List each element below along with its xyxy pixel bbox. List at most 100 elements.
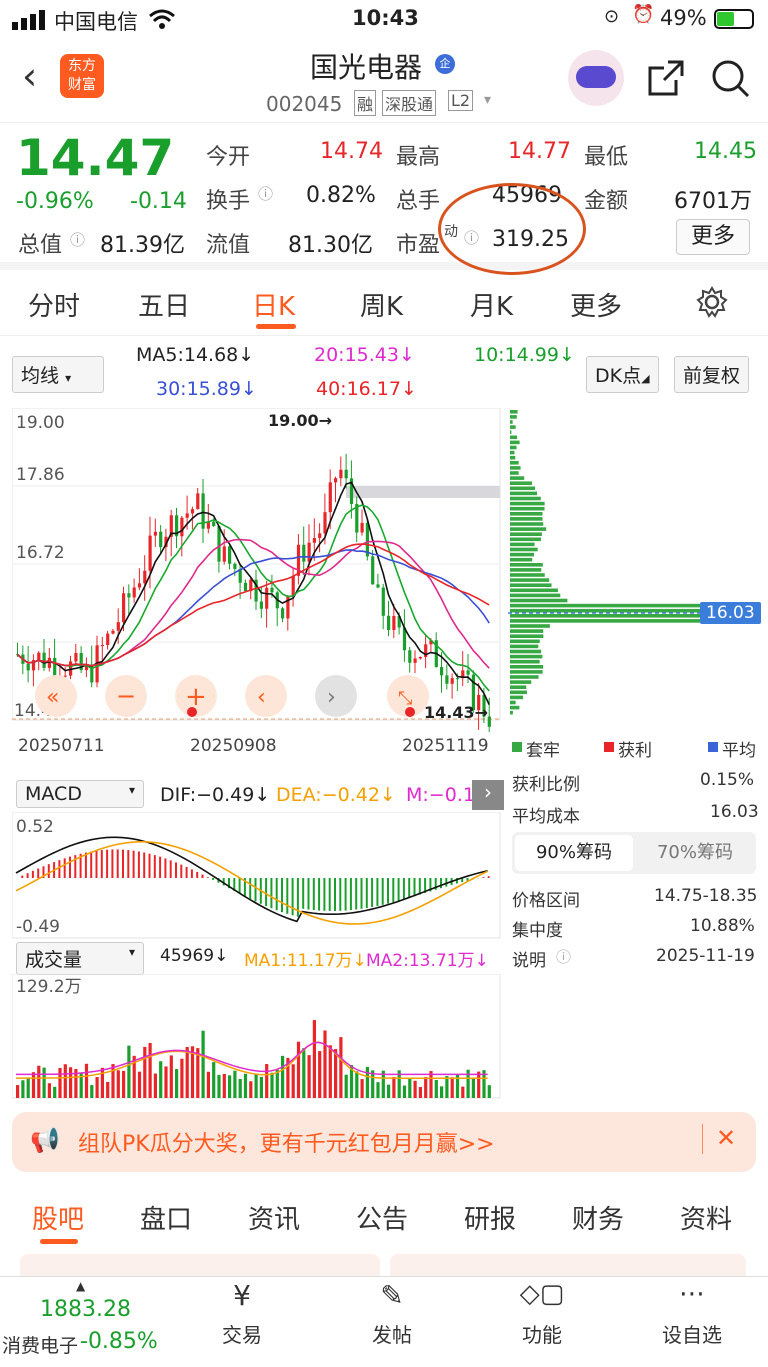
- macd-bar: [159, 856, 162, 878]
- candle: [296, 534, 301, 585]
- chip-bar: [510, 578, 550, 582]
- avg-price-tag: 16.03: [700, 602, 761, 624]
- tab-finance[interactable]: 财务: [572, 1199, 624, 1236]
- tab-five-day[interactable]: 五日: [138, 286, 190, 323]
- clock: 10:43: [352, 6, 419, 30]
- sector-index-value[interactable]: 1883.28: [40, 1297, 131, 1322]
- macd-bar: [111, 849, 114, 878]
- macd-bar: [365, 878, 368, 909]
- macd-bar: [143, 852, 146, 878]
- volume-bar: [275, 1069, 279, 1098]
- settings-gear-icon[interactable]: [696, 286, 728, 318]
- tab-chip-90[interactable]: 90%筹码: [515, 835, 633, 871]
- open-label: 今开: [206, 145, 251, 170]
- candle: [381, 583, 385, 630]
- next-button[interactable]: [315, 675, 357, 717]
- promo-banner[interactable]: 📢 组队PK瓜分大奖，更有千元红包月月赢>> ✕: [12, 1112, 756, 1172]
- card-peek: [390, 1254, 746, 1276]
- bottom-toolbar: ▲ 1883.28 消费电子 -0.85% ¥ 交易 ✎ 发帖 ◇▢ 功能 ⋯ …: [0, 1276, 768, 1367]
- macd-bar: [349, 878, 352, 911]
- status-bar: 中国电信 10:43 ⊙ ⏰ 49%: [0, 0, 768, 40]
- volume-bar: [212, 1062, 216, 1098]
- watchlist-button[interactable]: ⋯ 设自选: [632, 1279, 752, 1348]
- tab-chip-70[interactable]: 70%筹码: [636, 835, 754, 871]
- macd-bar: [238, 878, 241, 894]
- candle: [291, 568, 295, 607]
- volume-bar: [90, 1085, 94, 1098]
- trade-icon: ¥: [233, 1279, 251, 1312]
- tag-level2: L2: [448, 90, 474, 111]
- tab-orderbook[interactable]: 盘口: [140, 1199, 192, 1236]
- macd-bar: [376, 878, 379, 907]
- volume-bar: [106, 1082, 110, 1098]
- macd-bar: [408, 878, 411, 898]
- chip-bar: [510, 466, 521, 470]
- candle: [355, 496, 359, 543]
- volume-bar: [238, 1079, 242, 1098]
- macd-bar: [26, 873, 29, 878]
- sector-name[interactable]: 消费电子: [2, 1331, 78, 1358]
- tab-forum[interactable]: 股吧: [32, 1199, 84, 1236]
- float-value: 81.30亿: [288, 233, 373, 258]
- high-marker: 19.00→: [268, 411, 332, 430]
- macd-bar: [440, 878, 442, 889]
- tab-profile[interactable]: 资料: [680, 1199, 732, 1236]
- dk-point-button[interactable]: DK点◢: [586, 356, 659, 393]
- volume-bar: [21, 1080, 25, 1098]
- share-icon[interactable]: [646, 58, 686, 98]
- more-button[interactable]: 更多: [676, 219, 750, 255]
- tab-weekly-k[interactable]: 周K: [360, 286, 403, 323]
- stock-header: ‹ 东方 财富 国光电器 企 002045 融 深股通 L2 ▾: [0, 40, 768, 120]
- expand-right-icon[interactable]: ›: [472, 780, 504, 810]
- macd-bar: [339, 878, 342, 911]
- chip-bar: [510, 471, 519, 475]
- volume-bar: [270, 1072, 274, 1098]
- tab-daily-k[interactable]: 日K: [252, 286, 295, 323]
- tab-monthly-k[interactable]: 月K: [470, 286, 513, 323]
- volume-bar: [127, 1045, 131, 1098]
- ma-select-label: 均线: [21, 365, 60, 387]
- trade-button[interactable]: ¥ 交易: [182, 1279, 302, 1348]
- info-icon[interactable]: ⓘ: [556, 946, 571, 967]
- candle: [376, 573, 380, 589]
- tab-more[interactable]: 更多: [570, 286, 622, 323]
- kline-chart[interactable]: 19.00 17.86 16.72 14.43 19.00→ 14.43→ « …: [12, 408, 502, 732]
- tab-research[interactable]: 研报: [464, 1199, 516, 1236]
- edit-icon: ✎: [380, 1279, 404, 1312]
- candle: [424, 635, 428, 669]
- macd-bar: [387, 878, 389, 904]
- tab-announcements[interactable]: 公告: [356, 1199, 408, 1236]
- post-button[interactable]: ✎ 发帖: [332, 1279, 452, 1348]
- chip-bar: [510, 639, 540, 644]
- assistant-avatar[interactable]: [568, 50, 624, 106]
- ma-select[interactable]: 均线 ▾: [12, 356, 104, 393]
- chip-bar: [510, 532, 542, 536]
- macd-bar: [190, 869, 193, 878]
- macd-bar: [122, 849, 124, 878]
- logo-line2: 财富: [68, 77, 96, 93]
- info-icon[interactable]: ⓘ: [258, 183, 273, 204]
- candle: [228, 545, 232, 570]
- float-label: 流值: [206, 233, 251, 258]
- volume-bar: [201, 1030, 205, 1098]
- ma30-value: 30:15.89↓: [156, 378, 257, 400]
- candle: [371, 550, 375, 585]
- close-icon[interactable]: ✕: [716, 1124, 736, 1152]
- macd-select[interactable]: MACD ▾: [16, 780, 144, 808]
- chip-bar: [510, 680, 532, 684]
- range-value: 14.75-18.35: [654, 886, 758, 906]
- function-button[interactable]: ◇▢ 功能: [482, 1279, 602, 1348]
- search-icon[interactable]: [710, 58, 752, 100]
- candle: [450, 673, 454, 699]
- back-button[interactable]: ‹: [22, 54, 37, 98]
- info-icon[interactable]: ⓘ: [70, 229, 85, 250]
- date-label: 20250908: [190, 736, 277, 756]
- prev-button[interactable]: [245, 675, 287, 717]
- chip-bar: [510, 634, 544, 638]
- volume-select[interactable]: 成交量 ▾: [16, 942, 144, 975]
- tab-news[interactable]: 资讯: [248, 1199, 300, 1236]
- candle: [318, 523, 322, 553]
- tab-intraday[interactable]: 分时: [28, 286, 80, 323]
- adjust-button[interactable]: 前复权: [674, 356, 750, 393]
- chevron-down-icon[interactable]: ▾: [484, 92, 491, 108]
